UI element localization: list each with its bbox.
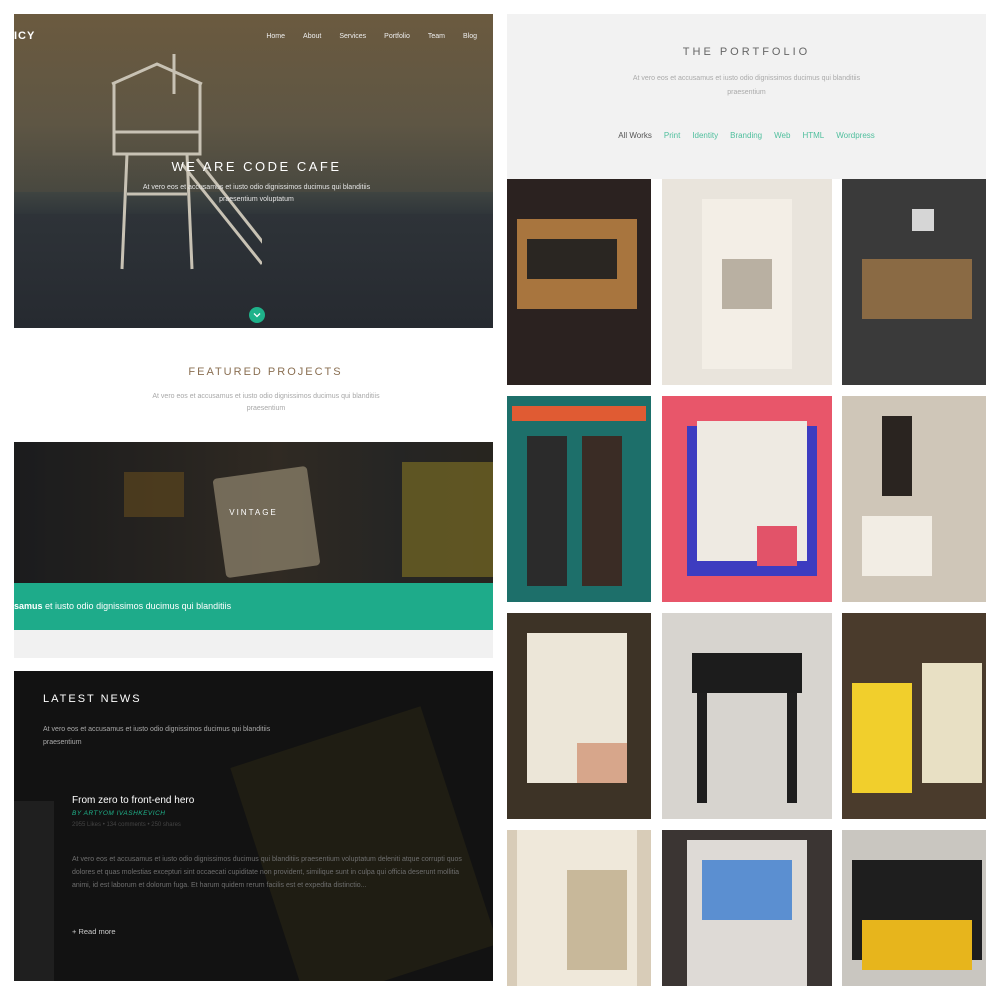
portfolio-item-shape — [692, 653, 802, 693]
filter-branding[interactable]: Branding — [730, 131, 762, 140]
post-excerpt: At vero eos et accusamus et iusto odio d… — [72, 856, 462, 889]
portfolio-item-shape — [757, 526, 797, 566]
read-more-link[interactable]: + Read more — [72, 927, 116, 936]
site-logo[interactable]: ICY — [14, 30, 35, 42]
scroll-down-button[interactable] — [249, 307, 265, 323]
nav-about[interactable]: About — [303, 33, 321, 40]
news-subtitle: At vero eos et accusamus et iusto odio d… — [43, 726, 271, 746]
portfolio-item-shape — [882, 416, 912, 496]
portfolio-item-shape — [787, 693, 797, 803]
post-title[interactable]: From zero to front-end hero — [72, 795, 194, 806]
filter-print[interactable]: Print — [664, 131, 680, 140]
portfolio-item-wooden-drawer[interactable] — [507, 179, 651, 385]
portfolio-item-beer-box[interactable] — [507, 396, 651, 602]
portfolio-item-tablet[interactable] — [662, 830, 832, 986]
filter-identity[interactable]: Identity — [692, 131, 718, 140]
portfolio-item-shape — [582, 436, 622, 586]
nav-services[interactable]: Services — [339, 33, 366, 40]
nav-team[interactable]: Team — [428, 33, 445, 40]
portfolio-item-shape — [577, 743, 627, 783]
filter-web[interactable]: Web — [774, 131, 790, 140]
nav-home[interactable]: Home — [266, 33, 285, 40]
portfolio-item-book-mockup[interactable] — [662, 396, 832, 602]
slide-caption-rest: et iusto odio dignissimos ducimus qui bl… — [42, 601, 232, 611]
portfolio-item-tours-bag-2[interactable] — [507, 830, 651, 986]
portfolio-item-shape — [922, 663, 982, 783]
slide-label: VINTAGE — [229, 508, 278, 517]
portfolio-item-shape — [567, 870, 627, 970]
filter-all-works[interactable]: All Works — [618, 131, 652, 140]
portfolio-item-stool[interactable] — [662, 613, 832, 819]
portfolio-item-shape — [852, 683, 912, 793]
featured-slider[interactable]: VINTAGE samus et iusto odio dignissimos … — [14, 442, 493, 630]
portfolio-item-bottle-plate[interactable] — [842, 396, 986, 602]
filter-wordpress[interactable]: Wordpress — [836, 131, 875, 140]
chevron-down-icon — [253, 313, 261, 318]
latest-news-section: LATEST NEWS At vero eos et accusamus et … — [14, 671, 493, 981]
portfolio-item-shape — [702, 860, 792, 920]
featured-projects-header: FEATURED PROJECTS At vero eos et accusam… — [14, 328, 493, 442]
portfolio-item-dust-jacket[interactable] — [507, 613, 651, 819]
portfolio-item-nightstand[interactable] — [842, 179, 986, 385]
portfolio-item-tours-bag[interactable] — [662, 179, 832, 385]
portfolio-title: THE PORTFOLIO — [682, 46, 811, 58]
portfolio-item-shape — [697, 693, 707, 803]
hero-subtitle: At vero eos et accusamus et iusto odio d… — [142, 184, 371, 203]
portfolio-item-shape — [862, 259, 972, 319]
portfolio-item-shape — [862, 516, 932, 576]
portfolio-item-shape — [912, 209, 934, 231]
news-title: LATEST NEWS — [43, 693, 142, 705]
portfolio-item-shape — [527, 239, 617, 279]
featured-subtitle: At vero eos et accusamus et iusto odio d… — [152, 393, 380, 412]
nav-blog[interactable]: Blog — [463, 33, 477, 40]
post-meta: 2955 Likes • 134 comments • 250 shares — [72, 822, 181, 828]
slide-caption: samus et iusto odio dignissimos ducimus … — [14, 601, 231, 611]
portfolio-item-book-box[interactable] — [842, 830, 986, 986]
portfolio-subtitle: At vero eos et accusamus et iusto odio d… — [632, 75, 861, 96]
hero-title: WE ARE CODE CAFE — [171, 159, 342, 174]
slide-caption-bold: samus — [14, 601, 43, 611]
portfolio-item-garbeo-bags[interactable] — [842, 613, 986, 819]
post-author[interactable]: BY ARTYOM IVASHKEVICH — [72, 810, 165, 817]
portfolio-filters: All Works Print Identity Branding Web HT… — [507, 131, 986, 140]
main-nav: Home About Services Portfolio Team Blog — [266, 33, 477, 40]
portfolio-header: THE PORTFOLIO At vero eos et accusamus e… — [507, 14, 986, 179]
section-divider — [14, 630, 493, 658]
hero-section: ICY Home About Services Portfolio Team B… — [14, 14, 493, 328]
news-bg-bottle-shape — [14, 801, 54, 981]
nav-portfolio[interactable]: Portfolio — [384, 33, 410, 40]
portfolio-item-shape — [512, 406, 646, 421]
portfolio-item-shape — [862, 920, 972, 970]
featured-title: FEATURED PROJECTS — [188, 366, 343, 378]
portfolio-item-shape — [722, 259, 772, 309]
filter-html[interactable]: HTML — [802, 131, 824, 140]
portfolio-item-shape — [527, 436, 567, 586]
